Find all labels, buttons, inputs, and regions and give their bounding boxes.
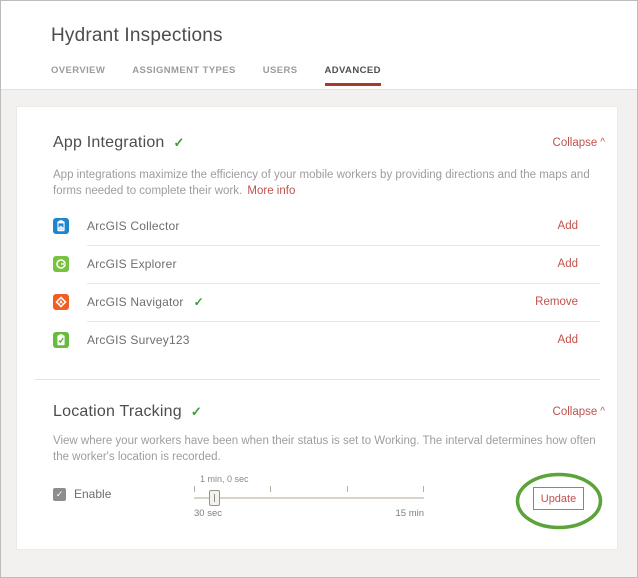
slider-min-label: 30 sec (194, 508, 222, 519)
location-tracking-header: Location Tracking ✓ Collapse^ (53, 403, 605, 421)
tab-bar: OVERVIEW ASSIGNMENT TYPES USERS ADVANCED (51, 65, 381, 86)
tab-users[interactable]: USERS (263, 65, 298, 86)
app-action-link[interactable]: Add (558, 258, 578, 270)
location-tracking-title: Location Tracking (53, 403, 182, 421)
tab-advanced[interactable]: ADVANCED (325, 65, 381, 86)
slider-track[interactable] (194, 497, 424, 499)
app-action-link[interactable]: Remove (535, 296, 578, 308)
app-row-survey123: ArcGIS Survey123 Add (53, 321, 600, 359)
update-button[interactable]: Update (533, 487, 584, 510)
slider-handle[interactable] (209, 490, 220, 506)
survey123-icon (53, 332, 69, 348)
slider-tick (270, 486, 271, 492)
app-integration-description: App integrations maximize the efficiency… (53, 167, 601, 199)
tab-assignment-types[interactable]: ASSIGNMENT TYPES (132, 65, 236, 86)
chevron-up-icon: ^ (600, 137, 605, 148)
app-integration-collapse-link[interactable]: Collapse^ (553, 137, 605, 149)
app-enabled-check-icon: ✓ (194, 295, 204, 309)
app-row-collector: ArcGIS Collector Add (53, 207, 600, 245)
app-integration-title: App Integration (53, 134, 165, 152)
slider-tick (347, 486, 348, 492)
slider-value-label: 1 min, 0 sec (200, 474, 249, 484)
tab-overview[interactable]: OVERVIEW (51, 65, 105, 86)
app-row-navigator: ArcGIS Navigator ✓ Remove (53, 283, 600, 321)
slider-tick (423, 486, 424, 492)
app-name: ArcGIS Explorer (87, 257, 177, 271)
app-row-explorer: ArcGIS Explorer Add (53, 245, 600, 283)
enable-row: ✓ Enable (53, 487, 111, 501)
app-name: ArcGIS Collector (87, 219, 180, 233)
app-name: ArcGIS Navigator (87, 295, 184, 309)
section-divider (35, 379, 600, 380)
collapse-label: Collapse (553, 137, 598, 149)
chevron-up-icon: ^ (600, 406, 605, 417)
more-info-link[interactable]: More info (247, 185, 295, 197)
navigator-icon (53, 294, 69, 310)
app-action-link[interactable]: Add (558, 334, 578, 346)
app-name: ArcGIS Survey123 (87, 333, 190, 347)
description-text: App integrations maximize the efficiency… (53, 169, 590, 197)
location-tracking-collapse-link[interactable]: Collapse^ (553, 406, 605, 418)
app-integration-check-icon: ✓ (174, 135, 185, 151)
app-action-link[interactable]: Add (558, 220, 578, 232)
collapse-label: Collapse (553, 406, 598, 418)
slider-tick (194, 486, 195, 492)
app-list: ArcGIS Collector Add ArcGIS Explorer Add… (53, 207, 600, 359)
location-tracking-description: View where your workers have been when t… (53, 433, 601, 465)
page-title: Hydrant Inspections (51, 25, 223, 47)
collector-icon (53, 218, 69, 234)
workforce-project-window: Hydrant Inspections OVERVIEW ASSIGNMENT … (0, 0, 638, 578)
enable-checkbox[interactable]: ✓ (53, 488, 66, 501)
enable-label: Enable (74, 487, 111, 501)
interval-slider: 1 min, 0 sec 30 sec 15 min (194, 475, 424, 525)
advanced-settings-card: App Integration ✓ Collapse^ App integrat… (16, 106, 618, 550)
explorer-icon (53, 256, 69, 272)
slider-max-label: 15 min (395, 508, 424, 519)
app-integration-header: App Integration ✓ Collapse^ (53, 134, 605, 152)
location-tracking-check-icon: ✓ (191, 404, 202, 420)
